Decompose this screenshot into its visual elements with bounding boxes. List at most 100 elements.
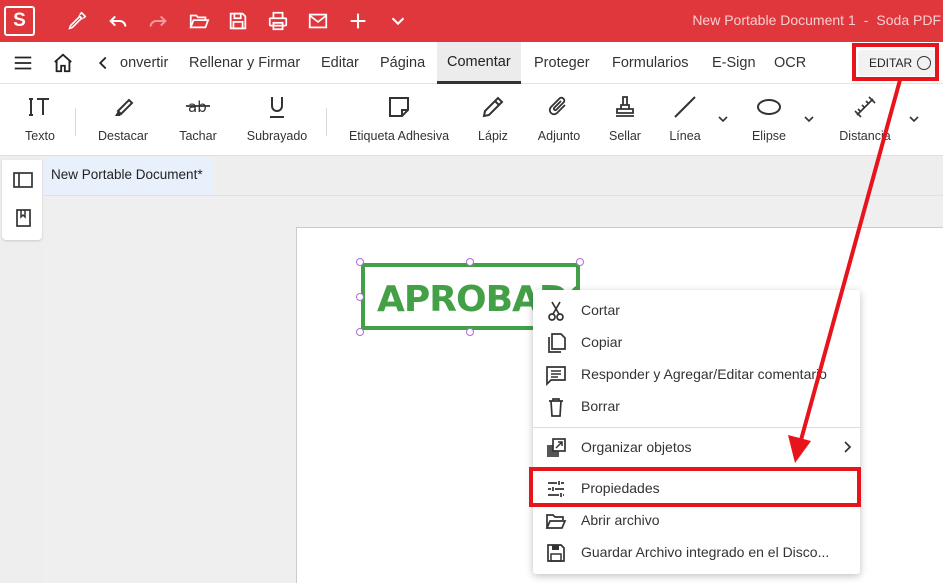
- menu-item-guardar-archivo[interactable]: Guardar Archivo integrado en el Disco...: [533, 536, 860, 568]
- tab-e-sign[interactable]: E-Sign: [706, 42, 762, 84]
- tab-convertir[interactable]: onvertir: [116, 42, 172, 84]
- sign-pen-icon[interactable]: [64, 8, 90, 34]
- tool-label: Elipse: [751, 129, 787, 143]
- resize-handle[interactable]: [356, 328, 364, 336]
- resize-handle[interactable]: [356, 293, 364, 301]
- undo-icon[interactable]: [105, 8, 131, 34]
- scissors-icon: [548, 301, 564, 321]
- pencil-icon: [482, 96, 504, 118]
- tool-label: Destacar: [97, 129, 149, 143]
- strikethrough-icon: ab: [186, 98, 210, 116]
- menu-divider: [533, 427, 860, 428]
- tool-subrayado[interactable]: Subrayado: [242, 94, 312, 150]
- arrange-icon: [547, 438, 566, 457]
- menu-item-organizar-objetos[interactable]: Organizar objetos: [533, 431, 860, 463]
- tab-ocr[interactable]: OCR: [768, 42, 812, 84]
- chevron-down-icon[interactable]: [385, 8, 411, 34]
- document-tab[interactable]: New Portable Document*: [44, 157, 214, 195]
- panel-toggle-icon[interactable]: [12, 169, 34, 191]
- menu-item-label: Borrar: [581, 398, 620, 414]
- menu-item-label: Cortar: [581, 302, 620, 318]
- sticky-note-icon: [389, 97, 409, 117]
- tool-elipse[interactable]: Elipse: [747, 94, 791, 150]
- editar-highlight-box: [852, 43, 939, 81]
- tool-label: Sellar: [609, 129, 641, 143]
- chevron-left-icon[interactable]: [92, 52, 114, 74]
- save-icon: [547, 544, 565, 562]
- home-icon[interactable]: [52, 52, 74, 74]
- menu-item-label: Guardar Archivo integrado en el Disco...: [581, 544, 830, 560]
- resize-handle[interactable]: [466, 258, 474, 266]
- tab-rellenar-y-firmar[interactable]: Rellenar y Firmar: [182, 42, 307, 84]
- context-menu: Cortar Copiar Responder y Agregar/Editar…: [533, 290, 860, 574]
- tool-label: Texto: [25, 129, 55, 143]
- tab-editar[interactable]: Editar: [314, 42, 366, 84]
- paperclip-icon: [548, 96, 566, 116]
- tool-label: Lápiz: [478, 129, 508, 143]
- save-icon[interactable]: [225, 8, 251, 34]
- resize-handle[interactable]: [466, 328, 474, 336]
- ribbon-tab-bar: onvertir Rellenar y Firmar Editar Página…: [0, 42, 943, 84]
- toolbar-divider: [75, 108, 76, 136]
- comment-icon: [546, 366, 566, 386]
- tool-destacar[interactable]: Destacar: [92, 94, 154, 150]
- tool-linea[interactable]: Línea: [664, 94, 706, 150]
- window-title: New Portable Document 1- Soda PDF: [692, 12, 941, 28]
- underline-icon: [270, 97, 284, 118]
- ellipse-icon: [757, 99, 781, 115]
- tool-label: Subrayado: [246, 129, 308, 143]
- print-icon[interactable]: [265, 8, 291, 34]
- stamp-icon: [616, 96, 634, 117]
- distance-icon: [854, 96, 876, 118]
- menu-item-label: Organizar objetos: [581, 439, 692, 455]
- propiedades-highlight-box: [529, 467, 861, 507]
- highlighter-icon: [115, 98, 134, 116]
- copy-icon: [548, 333, 566, 353]
- chevron-down-icon[interactable]: [803, 114, 815, 124]
- menu-item-label: Responder y Agregar/Editar comentario: [581, 366, 827, 382]
- tool-label: Adjunto: [537, 129, 581, 143]
- redo-icon[interactable]: [145, 8, 171, 34]
- trash-icon: [549, 398, 563, 417]
- tab-proteger[interactable]: Proteger: [528, 42, 596, 84]
- tab-comentar[interactable]: Comentar: [437, 42, 521, 84]
- tool-tachar[interactable]: ab Tachar: [173, 94, 223, 150]
- bookmark-icon[interactable]: [12, 207, 34, 229]
- open-folder-icon[interactable]: [186, 8, 212, 34]
- toolbar-divider: [326, 108, 327, 136]
- resize-handle[interactable]: [576, 258, 584, 266]
- menu-item-abrir-archivo[interactable]: Abrir archivo: [533, 504, 860, 536]
- add-icon[interactable]: [345, 8, 371, 34]
- app-logo[interactable]: S: [4, 6, 35, 36]
- tool-distancia[interactable]: Distancia: [834, 94, 896, 150]
- hamburger-menu-icon[interactable]: [12, 52, 34, 74]
- mail-icon[interactable]: [305, 8, 331, 34]
- resize-handle[interactable]: [356, 258, 364, 266]
- tool-texto[interactable]: Texto: [18, 94, 62, 150]
- tool-sellar[interactable]: Sellar: [604, 94, 646, 150]
- menu-item-copiar[interactable]: Copiar: [533, 326, 860, 358]
- tool-label: Línea: [669, 129, 701, 143]
- open-folder-icon: [545, 514, 567, 529]
- menu-item-label: Abrir archivo: [581, 512, 660, 528]
- tab-formularios[interactable]: Formularios: [606, 42, 695, 84]
- menu-item-label: Copiar: [581, 334, 623, 350]
- tool-lapiz[interactable]: Lápiz: [473, 94, 513, 150]
- chevron-down-icon[interactable]: [908, 114, 920, 124]
- text-icon: [29, 98, 49, 116]
- tool-label: Distancia: [839, 129, 891, 143]
- tool-etiqueta-adhesiva[interactable]: Etiqueta Adhesiva: [344, 94, 454, 150]
- tool-adjunto[interactable]: Adjunto: [533, 94, 585, 150]
- tool-label: Tachar: [179, 129, 217, 143]
- menu-item-responder[interactable]: Responder y Agregar/Editar comentario: [533, 358, 860, 390]
- svg-text:ab: ab: [188, 98, 207, 116]
- comment-toolbar: Texto Destacar ab Tachar Subrayado Etiqu…: [0, 84, 943, 156]
- menu-item-cortar[interactable]: Cortar: [533, 294, 860, 326]
- chevron-down-icon[interactable]: [717, 114, 729, 124]
- tab-pagina[interactable]: Página: [373, 42, 432, 84]
- chevron-right-icon: [844, 441, 852, 453]
- menu-item-borrar[interactable]: Borrar: [533, 390, 860, 422]
- title-bar: S New Portable Document 1- Soda PDF: [0, 0, 943, 42]
- line-icon: [674, 96, 696, 118]
- side-panel: [2, 160, 42, 240]
